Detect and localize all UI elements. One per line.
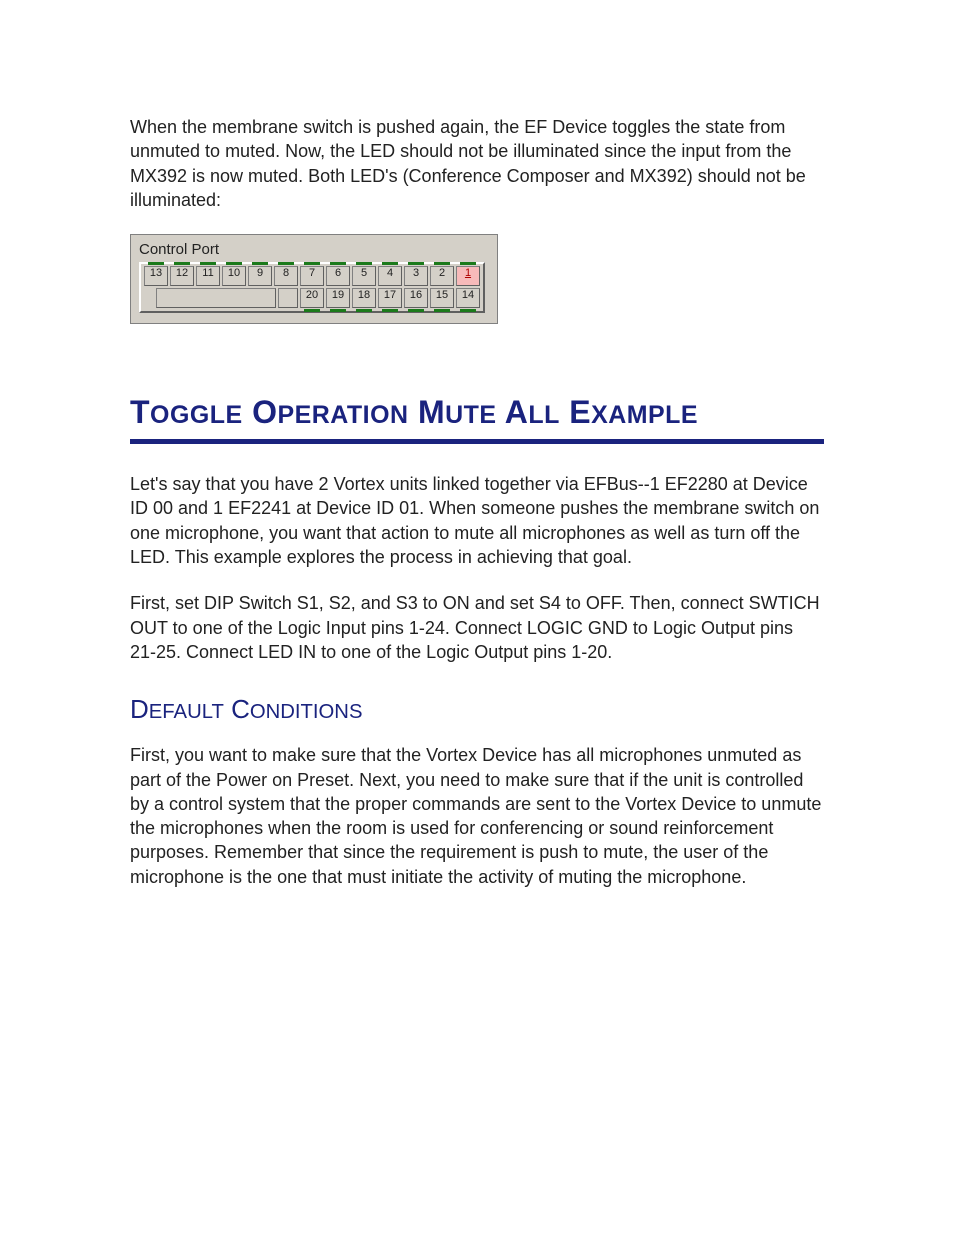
pin-label: 7: [309, 267, 315, 279]
section-heading-toggle-operation-mute-all-example: Toggle Operation Mute All Example: [130, 394, 824, 431]
pin-blank: [278, 288, 298, 308]
pin-label: 11: [202, 267, 213, 279]
pin-8: 8: [274, 266, 298, 286]
pin-3: 3: [404, 266, 428, 286]
section-paragraph-1: Let's say that you have 2 Vortex units l…: [130, 472, 824, 569]
pin-label: 2: [439, 267, 445, 279]
control-port-connector: 13121110987654321 20191817161514: [139, 262, 485, 313]
pin-7: 7: [300, 266, 324, 286]
pin-4: 4: [378, 266, 402, 286]
pin-5: 5: [352, 266, 376, 286]
pin-blank: [156, 288, 276, 308]
pin-label: 6: [335, 267, 341, 279]
pin-tick-icon: [252, 262, 268, 265]
pin-label: 8: [283, 267, 289, 279]
pin-tick-icon: [382, 309, 398, 312]
sub-heading-default-conditions: Default Conditions: [130, 694, 824, 725]
control-port-panel: Control Port 13121110987654321 201918171…: [130, 234, 498, 324]
pin-tick-icon: [304, 262, 320, 265]
section-paragraph-2: First, set DIP Switch S1, S2, and S3 to …: [130, 591, 824, 664]
pin-tick-icon: [278, 262, 294, 265]
pin-label: 5: [361, 267, 367, 279]
default-conditions-paragraph: First, you want to make sure that the Vo…: [130, 743, 824, 889]
pin-tick-icon: [434, 309, 450, 312]
heading-rule: [130, 439, 824, 444]
pin-2: 2: [430, 266, 454, 286]
pin-tick-icon: [200, 262, 216, 265]
pin-1: 1: [456, 266, 480, 286]
pin-tick-icon: [330, 309, 346, 312]
pin-tick-icon: [408, 309, 424, 312]
pin-label: 1: [465, 267, 471, 279]
pin-tick-icon: [434, 262, 450, 265]
pin-label: 9: [257, 267, 263, 279]
pin-tick-icon: [226, 262, 242, 265]
pin-label: 16: [410, 289, 422, 301]
pin-tick-icon: [460, 262, 476, 265]
pin-20: 20: [300, 288, 324, 308]
pin-16: 16: [404, 288, 428, 308]
pin-tick-icon: [330, 262, 346, 265]
pin-tick-icon: [382, 262, 398, 265]
pin-tick-icon: [304, 309, 320, 312]
pin-12: 12: [170, 266, 194, 286]
pin-6: 6: [326, 266, 350, 286]
pin-label: 15: [436, 289, 448, 301]
pin-label: 17: [384, 289, 396, 301]
pin-18: 18: [352, 288, 376, 308]
control-port-title: Control Port: [139, 241, 489, 262]
pin-label: 4: [387, 267, 393, 279]
pin-15: 15: [430, 288, 454, 308]
pin-14: 14: [456, 288, 480, 308]
pin-row-top: 13 12 11 10 9 8 7 6 5 4 3 2 1: [144, 266, 480, 286]
pin-tick-icon: [460, 309, 476, 312]
pin-19: 19: [326, 288, 350, 308]
pin-label: 19: [332, 289, 344, 301]
pin-label: 3: [413, 267, 419, 279]
pin-label: 18: [358, 289, 370, 301]
pin-13: 13: [144, 266, 168, 286]
pin-tick-icon: [356, 309, 372, 312]
intro-paragraph: When the membrane switch is pushed again…: [130, 115, 824, 212]
pin-row-bottom: 20 19 18 17 16 15 14: [144, 288, 480, 308]
pin-tick-icon: [356, 262, 372, 265]
document-page: When the membrane switch is pushed again…: [0, 0, 954, 1235]
pin-label: 20: [306, 289, 318, 301]
pin-11: 11: [196, 266, 220, 286]
pin-tick-icon: [174, 262, 190, 265]
pin-label: 12: [176, 267, 188, 279]
pin-label: 13: [150, 267, 162, 279]
pin-rows: 13121110987654321 20191817161514: [144, 266, 480, 308]
pin-10: 10: [222, 266, 246, 286]
pin-17: 17: [378, 288, 402, 308]
pin-label: 14: [462, 289, 474, 301]
pin-label: 10: [228, 267, 240, 279]
pin-9: 9: [248, 266, 272, 286]
pin-tick-icon: [148, 262, 164, 265]
pin-tick-icon: [408, 262, 424, 265]
